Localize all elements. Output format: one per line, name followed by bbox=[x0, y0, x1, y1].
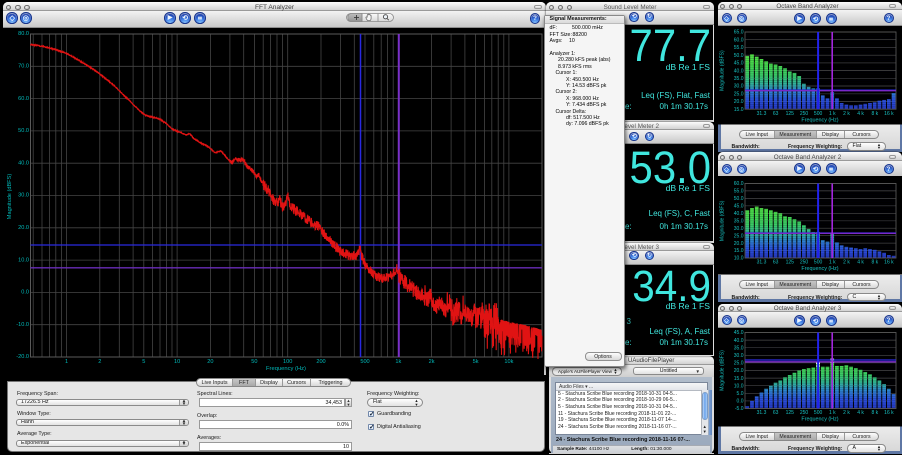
svg-text:45.0: 45.0 bbox=[734, 330, 744, 336]
svg-text:50.0: 50.0 bbox=[734, 196, 744, 202]
svg-text:4 k: 4 k bbox=[857, 410, 864, 416]
svg-text:25.0: 25.0 bbox=[734, 361, 744, 367]
svg-text:63: 63 bbox=[773, 111, 779, 117]
svg-text:8 k: 8 k bbox=[871, 260, 878, 266]
svg-text:35.0: 35.0 bbox=[734, 345, 744, 351]
svg-text:2: 2 bbox=[98, 359, 101, 365]
svg-text:4 k: 4 k bbox=[857, 260, 864, 266]
svg-text:5: 5 bbox=[142, 359, 145, 365]
svg-text:1: 1 bbox=[65, 359, 68, 365]
svg-text:45.0: 45.0 bbox=[734, 204, 744, 210]
svg-text:-10.0: -10.0 bbox=[16, 321, 29, 327]
svg-text:30.0: 30.0 bbox=[18, 192, 29, 198]
svg-text:10k: 10k bbox=[504, 359, 513, 365]
svg-text:31.3: 31.3 bbox=[757, 111, 767, 117]
svg-text:40.0: 40.0 bbox=[18, 160, 29, 166]
svg-text:Magnitude (dBFS): Magnitude (dBFS) bbox=[720, 50, 726, 91]
svg-text:5k: 5k bbox=[473, 359, 479, 365]
svg-text:250: 250 bbox=[800, 410, 809, 416]
svg-text:-20.0: -20.0 bbox=[16, 354, 29, 360]
svg-text:50.0: 50.0 bbox=[18, 128, 29, 134]
svg-text:45.0: 45.0 bbox=[734, 61, 744, 67]
svg-text:60.0: 60.0 bbox=[734, 37, 744, 43]
svg-text:1 k: 1 k bbox=[829, 410, 836, 416]
svg-text:8 k: 8 k bbox=[871, 410, 878, 416]
svg-text:30.0: 30.0 bbox=[734, 84, 744, 90]
svg-text:2 k: 2 k bbox=[843, 111, 850, 117]
svg-text:1k: 1k bbox=[395, 359, 401, 365]
svg-text:50: 50 bbox=[251, 359, 257, 365]
svg-text:80.0: 80.0 bbox=[18, 31, 29, 37]
svg-text:8 k: 8 k bbox=[871, 111, 878, 117]
svg-text:31.3: 31.3 bbox=[757, 410, 767, 416]
svg-text:Magnitude (dBFS): Magnitude (dBFS) bbox=[7, 173, 13, 219]
svg-text:16 k: 16 k bbox=[884, 111, 894, 117]
svg-text:15.0: 15.0 bbox=[734, 376, 744, 382]
svg-text:Frequency (Hz): Frequency (Hz) bbox=[801, 417, 838, 423]
svg-text:60.0: 60.0 bbox=[734, 181, 744, 187]
svg-text:40.0: 40.0 bbox=[734, 211, 744, 217]
svg-text:20: 20 bbox=[207, 359, 213, 365]
svg-text:31.3: 31.3 bbox=[757, 260, 767, 266]
svg-text:16 k: 16 k bbox=[884, 260, 894, 266]
svg-text:0.0: 0.0 bbox=[21, 289, 29, 295]
svg-text:63: 63 bbox=[773, 260, 779, 266]
svg-text:Frequency (Hz): Frequency (Hz) bbox=[801, 117, 838, 123]
svg-text:500: 500 bbox=[814, 410, 823, 416]
svg-text:20.0: 20.0 bbox=[734, 241, 744, 247]
svg-text:20.0: 20.0 bbox=[734, 99, 744, 105]
svg-text:125: 125 bbox=[786, 260, 795, 266]
svg-text:Frequency (Hz): Frequency (Hz) bbox=[801, 266, 838, 272]
svg-text:200: 200 bbox=[316, 359, 325, 365]
svg-text:30.0: 30.0 bbox=[734, 353, 744, 359]
svg-text:2 k: 2 k bbox=[843, 410, 850, 416]
svg-text:55.0: 55.0 bbox=[734, 45, 744, 51]
svg-text:40.0: 40.0 bbox=[734, 68, 744, 74]
svg-text:30.0: 30.0 bbox=[734, 226, 744, 232]
svg-text:15.0: 15.0 bbox=[734, 107, 744, 113]
svg-text:25.0: 25.0 bbox=[734, 92, 744, 98]
svg-text:20.0: 20.0 bbox=[734, 368, 744, 374]
svg-text:63: 63 bbox=[773, 410, 779, 416]
svg-text:1 k: 1 k bbox=[829, 111, 836, 117]
svg-text:250: 250 bbox=[800, 260, 809, 266]
svg-text:Magnitude (dBFS): Magnitude (dBFS) bbox=[720, 200, 726, 241]
svg-text:10.0: 10.0 bbox=[734, 383, 744, 389]
svg-text:16 k: 16 k bbox=[884, 410, 894, 416]
svg-text:35.0: 35.0 bbox=[734, 218, 744, 224]
svg-text:15.0: 15.0 bbox=[734, 248, 744, 254]
svg-text:60.0: 60.0 bbox=[18, 95, 29, 101]
svg-text:1 k: 1 k bbox=[829, 260, 836, 266]
svg-text:35.0: 35.0 bbox=[734, 76, 744, 82]
svg-text:10.0: 10.0 bbox=[18, 257, 29, 263]
svg-text:-5.0: -5.0 bbox=[735, 406, 744, 412]
svg-text:70.0: 70.0 bbox=[18, 63, 29, 69]
svg-text:5.0: 5.0 bbox=[737, 391, 744, 397]
svg-text:Magnitude (dBFS): Magnitude (dBFS) bbox=[720, 350, 726, 391]
svg-text:20.0: 20.0 bbox=[18, 225, 29, 231]
svg-text:55.0: 55.0 bbox=[734, 189, 744, 195]
svg-text:50.0: 50.0 bbox=[734, 53, 744, 59]
svg-text:40.0: 40.0 bbox=[734, 338, 744, 344]
svg-text:2 k: 2 k bbox=[843, 260, 850, 266]
svg-text:25.0: 25.0 bbox=[734, 233, 744, 239]
svg-text:10.0: 10.0 bbox=[734, 256, 744, 262]
svg-text:500: 500 bbox=[814, 111, 823, 117]
svg-text:250: 250 bbox=[800, 111, 809, 117]
svg-text:500: 500 bbox=[360, 359, 369, 365]
svg-text:10: 10 bbox=[174, 359, 180, 365]
svg-text:0.0: 0.0 bbox=[737, 399, 744, 405]
svg-text:500: 500 bbox=[814, 260, 823, 266]
svg-text:125: 125 bbox=[786, 410, 795, 416]
svg-text:65.0: 65.0 bbox=[734, 30, 744, 36]
svg-text:125: 125 bbox=[786, 111, 795, 117]
svg-text:100: 100 bbox=[283, 359, 292, 365]
svg-text:4 k: 4 k bbox=[857, 111, 864, 117]
svg-text:Frequency (Hz): Frequency (Hz) bbox=[266, 366, 306, 372]
svg-text:2k: 2k bbox=[429, 359, 435, 365]
